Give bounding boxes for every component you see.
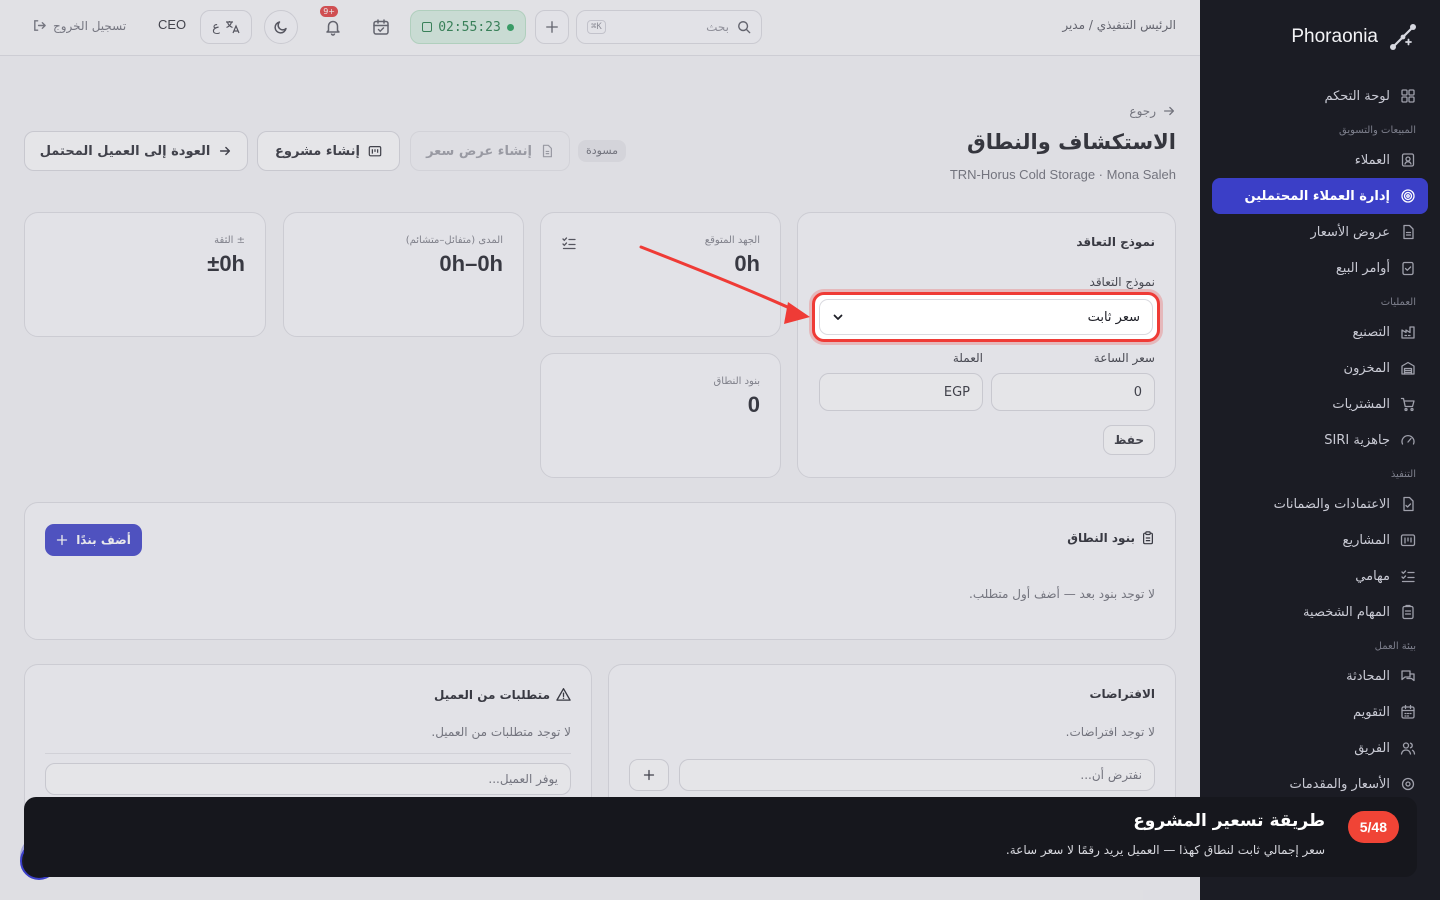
sidebar-item-label: مهامي — [1355, 568, 1390, 584]
warehouse-icon — [1401, 361, 1415, 375]
checklist-icon — [1401, 570, 1415, 583]
sidebar-item-label: المهام الشخصية — [1303, 604, 1390, 620]
sidebar-item-label: الفريق — [1354, 740, 1390, 756]
tour-overlay — [0, 0, 1200, 900]
sidebar-item-5[interactable]: أوامر البيع — [1212, 250, 1428, 286]
target-icon — [1401, 189, 1415, 203]
clipboard-icon — [1402, 604, 1414, 620]
users-icon — [1400, 742, 1416, 755]
sidebar-section-label: المبيعات والتسويق — [1339, 125, 1416, 136]
factory-icon — [1401, 326, 1415, 339]
sidebar-item-label: التصنيع — [1352, 324, 1390, 340]
tour-tooltip: 5/48 طريقة تسعير المشروع سعر إجمالي ثابت… — [24, 797, 1417, 877]
tour-description: سعر إجمالي ثابت لنطاق كهذا — العميل يريد… — [1005, 843, 1325, 857]
clipboard-check-icon — [1402, 261, 1414, 276]
sidebar-item-12[interactable]: الاعتمادات والضمانات — [1212, 486, 1428, 522]
sidebar-item-label: المشتريات — [1332, 396, 1390, 412]
sidebar-item-0[interactable]: لوحة التحكم — [1212, 78, 1428, 114]
sidebar-item-15[interactable]: المهام الشخصية — [1212, 594, 1428, 630]
brand[interactable]: Phoraonia — [1291, 22, 1418, 52]
sidebar-item-17[interactable]: المحادثة — [1212, 658, 1428, 694]
tour-spotlight: سعر ثابت — [812, 292, 1160, 342]
chevron-down-icon — [833, 314, 843, 320]
sidebar-item-label: عروض الأسعار — [1310, 224, 1391, 240]
sidebar-item-9[interactable]: المشتريات — [1212, 386, 1428, 422]
sidebar-item-label: التقويم — [1352, 704, 1390, 720]
sidebar-item-18[interactable]: التقويم — [1212, 694, 1428, 730]
sidebar-item-13[interactable]: المشاريع — [1212, 522, 1428, 558]
grid-icon — [1401, 89, 1415, 103]
sidebar-item-19[interactable]: الفريق — [1212, 730, 1428, 766]
brand-logo-icon — [1390, 24, 1416, 50]
sidebar-item-7[interactable]: التصنيع — [1212, 314, 1428, 350]
sidebar-nav: لوحة التحكم المبيعات والتسويق العملاء إدارة… — [1212, 78, 1428, 802]
file-check-icon — [1403, 496, 1414, 512]
sidebar-item-label: الاعتمادات والضمانات — [1273, 496, 1390, 512]
sidebar-item-2[interactable]: العملاء — [1212, 142, 1428, 178]
sidebar-item-label: أوامر البيع — [1335, 260, 1390, 276]
calendar-icon — [1401, 704, 1415, 719]
sidebar-item-label: المشاريع — [1342, 532, 1390, 548]
contract-model-value: سعر ثابت — [1087, 309, 1140, 325]
sidebar-item-label: المحادثة — [1346, 668, 1390, 684]
sidebar: Phoraonia لوحة التحكم المبيعات والتسويق ال… — [1200, 0, 1440, 900]
contact-icon — [1401, 153, 1415, 167]
sidebar-item-10[interactable]: جاهزية SIRI — [1212, 422, 1428, 458]
sidebar-section-label: العمليات — [1380, 297, 1416, 308]
sidebar-item-label: العملاء — [1354, 152, 1390, 168]
sidebar-section-label: بيئة العمل — [1374, 641, 1416, 652]
sidebar-item-14[interactable]: مهامي — [1212, 558, 1428, 594]
sidebar-item-label: جاهزية SIRI — [1324, 432, 1390, 448]
sidebar-item-3[interactable]: إدارة العملاء المحتملين — [1212, 178, 1428, 214]
sidebar-item-4[interactable]: عروض الأسعار — [1212, 214, 1428, 250]
sidebar-item-label: الأسعار والمقدمات — [1289, 776, 1391, 792]
tour-step-counter: 5/48 — [1347, 811, 1399, 843]
brand-name: Phoraonia — [1291, 26, 1378, 47]
sidebar-item-8[interactable]: المخزون — [1212, 350, 1428, 386]
tour-title: طريقة تسعير المشروع — [1133, 811, 1325, 831]
tag-icon — [1401, 777, 1415, 791]
sidebar-item-label: لوحة التحكم — [1324, 88, 1390, 104]
kanban-icon — [1400, 534, 1416, 547]
sidebar-item-label: المخزون — [1343, 360, 1390, 376]
sidebar-section-label: التنفيذ — [1390, 469, 1416, 480]
document-icon — [1403, 224, 1414, 240]
sidebar-item-label: إدارة العملاء المحتملين — [1244, 188, 1390, 204]
gauge-icon — [1401, 434, 1415, 445]
chat-icon — [1401, 670, 1415, 682]
contract-model-select[interactable]: سعر ثابت — [819, 299, 1153, 335]
cart-icon — [1400, 397, 1415, 412]
